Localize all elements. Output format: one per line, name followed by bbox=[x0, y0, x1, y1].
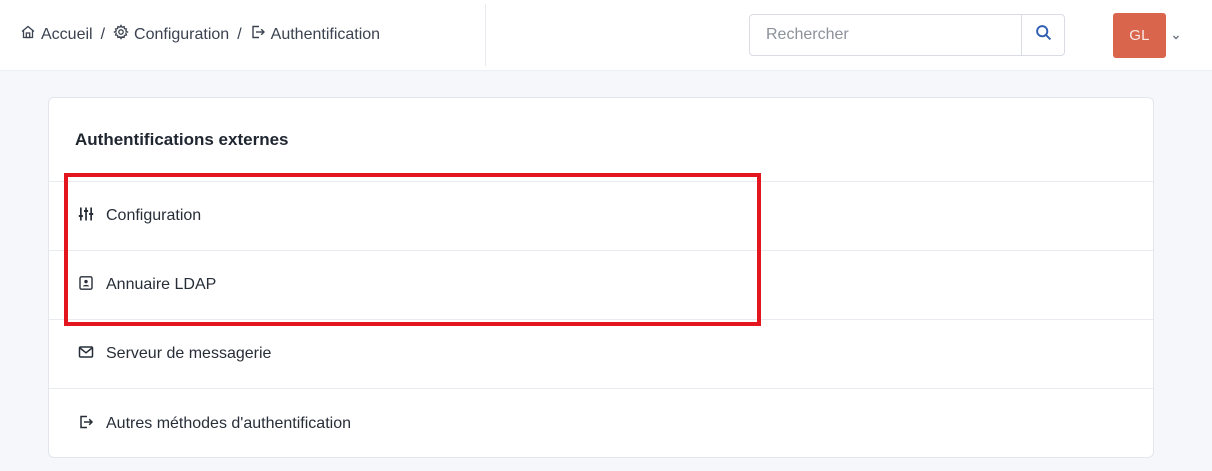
search-input[interactable] bbox=[750, 15, 1021, 55]
list-item-mail-server[interactable]: Serveur de messagerie bbox=[49, 320, 1153, 389]
breadcrumb-authentification[interactable]: Authentification bbox=[250, 24, 380, 45]
breadcrumb-separator: / bbox=[237, 25, 242, 43]
breadcrumb-configuration[interactable]: Configuration bbox=[113, 24, 229, 45]
breadcrumb-separator: / bbox=[100, 25, 106, 43]
list-item-label: Annuaire LDAP bbox=[106, 276, 217, 293]
breadcrumb-configuration-label: Configuration bbox=[134, 25, 230, 43]
sign-in-icon bbox=[250, 24, 266, 45]
search-box bbox=[749, 14, 1065, 56]
list-item-ldap[interactable]: Annuaire LDAP bbox=[49, 251, 1153, 320]
envelope-icon bbox=[78, 344, 94, 365]
header-divider bbox=[485, 4, 486, 66]
search-icon bbox=[1035, 24, 1052, 46]
card-title: Authentifications externes bbox=[49, 98, 1153, 182]
sign-in-icon bbox=[78, 414, 94, 435]
address-book-icon bbox=[78, 275, 94, 296]
home-icon bbox=[20, 24, 36, 45]
external-auth-card: Authentifications externes Configuration… bbox=[48, 97, 1154, 458]
breadcrumb: Accueil / Configuration / Authentificati… bbox=[20, 24, 380, 45]
user-initials: GL bbox=[1129, 27, 1150, 44]
sliders-icon bbox=[78, 206, 94, 227]
list-item-label: Configuration bbox=[106, 207, 202, 224]
gear-icon bbox=[113, 24, 129, 45]
top-header: Accueil / Configuration / Authentificati… bbox=[0, 0, 1212, 71]
breadcrumb-authentification-label: Authentification bbox=[270, 25, 381, 43]
breadcrumb-home[interactable]: Accueil bbox=[20, 24, 93, 45]
list-item-label: Autres méthodes d'authentification bbox=[106, 415, 351, 432]
list-item-label: Serveur de messagerie bbox=[106, 345, 272, 362]
chevron-down-icon[interactable] bbox=[1171, 29, 1181, 40]
breadcrumb-home-label: Accueil bbox=[41, 25, 93, 43]
list-item-configuration[interactable]: Configuration bbox=[49, 182, 1153, 251]
list-item-other-methods[interactable]: Autres méthodes d'authentification bbox=[49, 389, 1153, 457]
search-button[interactable] bbox=[1021, 15, 1064, 55]
user-avatar[interactable]: GL bbox=[1113, 13, 1166, 58]
